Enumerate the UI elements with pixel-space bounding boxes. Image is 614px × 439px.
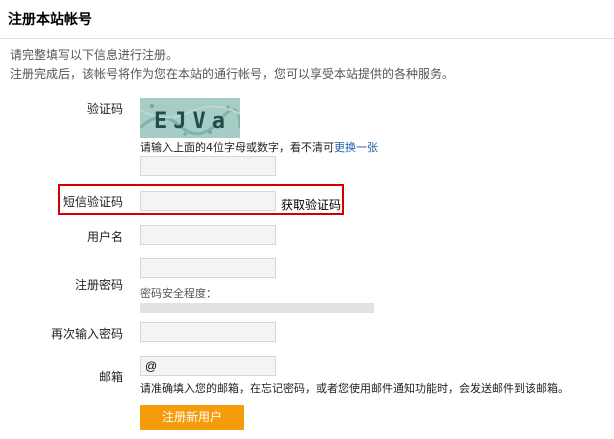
title-divider [0, 38, 614, 39]
captcha-image[interactable]: EJVa [140, 98, 240, 138]
password-strength-label: 密码安全程度： [140, 287, 217, 300]
captcha-input[interactable] [140, 156, 276, 176]
register-submit-button[interactable]: 注册新用户 [140, 405, 244, 430]
captcha-hint: 请输入上面的4位字母或数字，看不清可更换一张 [140, 139, 378, 155]
password-strength-bar [140, 303, 374, 313]
password-label: 注册密码 [74, 278, 123, 292]
email-hint: 请准确填入您的邮箱，在忘记密码，或者您使用邮件通知功能时，会发送邮件到该邮箱。 [140, 382, 569, 395]
page-title: 注册本站帐号 [8, 12, 92, 28]
confirm-password-input[interactable] [140, 322, 276, 342]
sms-code-label: 短信验证码 [62, 195, 123, 209]
email-input[interactable] [140, 356, 276, 376]
captcha-hint-text: 请输入上面的4位字母或数字，看不清可 [140, 141, 334, 154]
password-input[interactable] [140, 258, 276, 278]
intro-line-2: 注册完成后，该帐号将作为您在本站的通行帐号，您可以享受本站提供的各种服务。 [10, 67, 455, 81]
captcha-text: EJVa [154, 109, 231, 134]
get-sms-code-button[interactable]: 获取验证码 [281, 196, 341, 213]
captcha-refresh-link[interactable]: 更换一张 [334, 141, 378, 154]
intro-line-1: 请完整填写以下信息进行注册。 [10, 48, 179, 62]
confirm-password-label: 再次输入密码 [50, 327, 123, 341]
sms-code-input[interactable] [140, 191, 276, 211]
username-label: 用户名 [86, 230, 123, 244]
captcha-label: 验证码 [86, 102, 123, 116]
username-input[interactable] [140, 225, 276, 245]
email-label: 邮箱 [98, 370, 123, 384]
